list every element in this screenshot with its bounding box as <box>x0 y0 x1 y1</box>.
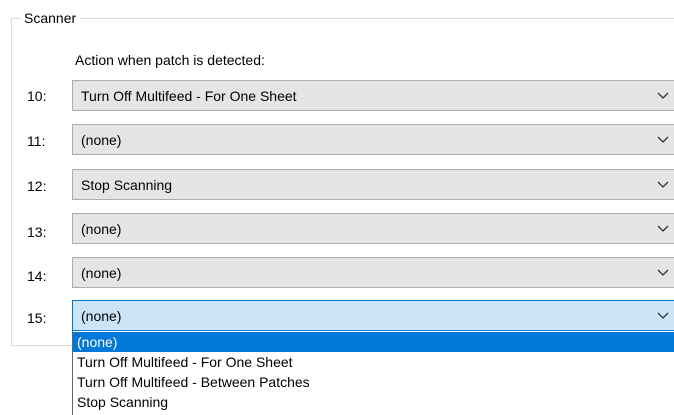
patch-15-selected-value: (none) <box>81 308 122 324</box>
chevron-down-icon[interactable] <box>656 88 670 102</box>
patch-14-selected-value: (none) <box>81 265 122 281</box>
dropdown-option-turn-off-multifeed-one-sheet[interactable]: Turn Off Multifeed - For One Sheet <box>73 352 674 372</box>
patch-10-action-select[interactable]: Turn Off Multifeed - For One Sheet <box>72 80 674 111</box>
chevron-down-icon[interactable] <box>656 308 670 322</box>
scanner-group-title: Scanner <box>21 8 81 28</box>
chevron-down-icon[interactable] <box>656 177 670 191</box>
patch-10-label: 10: <box>27 88 47 104</box>
patch-15-action-select[interactable]: (none) <box>72 300 674 331</box>
action-label: Action when patch is detected: <box>75 52 265 68</box>
patch-11-action-select[interactable]: (none) <box>72 124 674 155</box>
patch-13-selected-value: (none) <box>81 221 122 237</box>
patch-13-label: 13: <box>27 224 47 240</box>
patch-11-label: 11: <box>27 133 46 149</box>
patch-12-label: 12: <box>27 178 47 194</box>
scanner-settings-panel: Scanner Action when patch is detected: 1… <box>0 0 674 415</box>
patch-15-dropdown-list: (none) Turn Off Multifeed - For One Shee… <box>72 331 674 415</box>
dropdown-option-none[interactable]: (none) <box>73 332 674 352</box>
patch-14-label: 14: <box>27 268 47 284</box>
patch-13-action-select[interactable]: (none) <box>72 213 674 244</box>
chevron-down-icon[interactable] <box>656 265 670 279</box>
patch-15-label: 15: <box>27 310 47 326</box>
chevron-down-icon[interactable] <box>656 132 670 146</box>
patch-14-action-select[interactable]: (none) <box>72 257 674 288</box>
dropdown-option-turn-off-multifeed-between-patches[interactable]: Turn Off Multifeed - Between Patches <box>73 372 674 392</box>
chevron-down-icon[interactable] <box>656 221 670 235</box>
patch-12-selected-value: Stop Scanning <box>81 177 173 193</box>
dropdown-option-stop-scanning[interactable]: Stop Scanning <box>73 392 674 412</box>
patch-12-action-select[interactable]: Stop Scanning <box>72 169 674 200</box>
patch-10-selected-value: Turn Off Multifeed - For One Sheet <box>81 88 297 104</box>
patch-11-selected-value: (none) <box>81 132 122 148</box>
